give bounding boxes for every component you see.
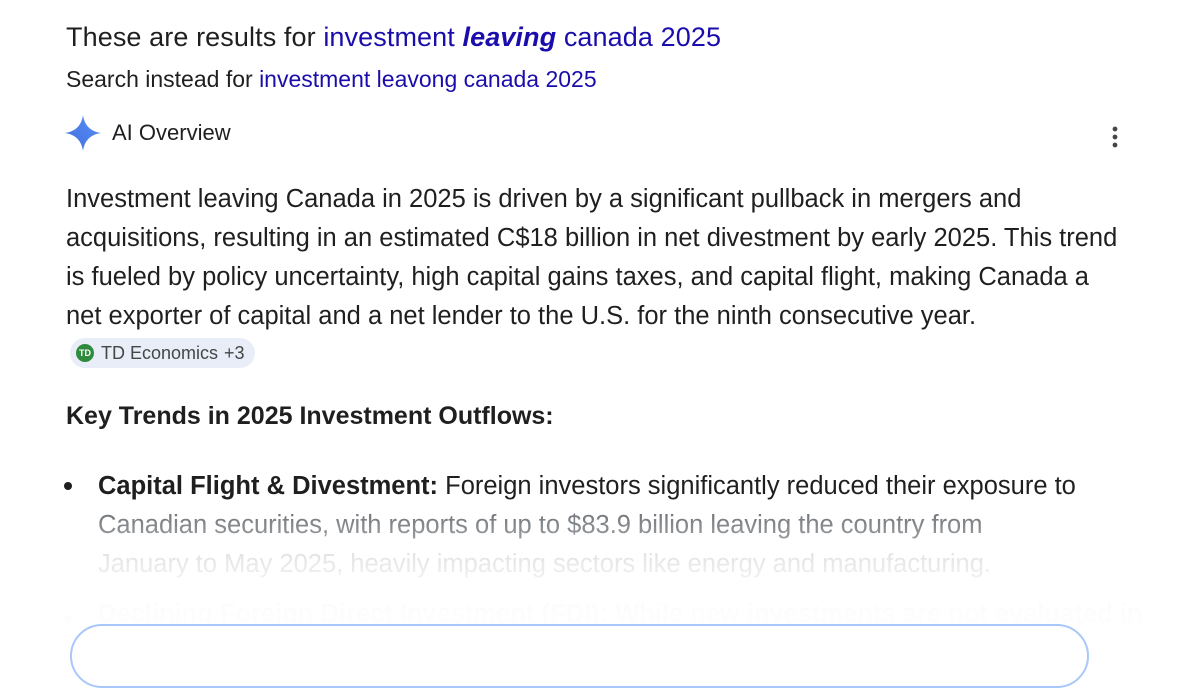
- summary-text: Investment leaving Canada in 2025 is dri…: [66, 185, 1118, 330]
- corrected-query-link[interactable]: investment leaving canada 2025: [323, 22, 721, 52]
- bullet-text-line2: Canadian securities, with reports of up …: [98, 511, 983, 539]
- td-logo-icon: TD: [76, 344, 94, 363]
- bullet-text-line3: January to May 2025, heavily impacting s…: [98, 550, 991, 578]
- list-item: Capital Flight & Divestment: Foreign inv…: [60, 467, 1140, 584]
- more-options-button[interactable]: [1100, 122, 1130, 152]
- search-instead: Search instead for investment leavong ca…: [66, 66, 597, 93]
- source-chip[interactable]: TD TD Economics +3: [70, 338, 255, 369]
- source-chip-label: TD Economics: [101, 343, 219, 364]
- original-query-link[interactable]: investment leavong canada 2025: [259, 66, 597, 92]
- bullet-text-line1: Foreign investors significantly reduced …: [438, 472, 1076, 500]
- ai-overview-summary: Investment leaving Canada in 2025 is dri…: [66, 180, 1126, 375]
- gemini-spark-icon: [64, 114, 102, 152]
- more-vertical-icon: [1112, 126, 1118, 148]
- show-more-button[interactable]: [70, 624, 1089, 688]
- bullet-dot: [64, 615, 72, 623]
- source-chip-more: +3: [224, 343, 245, 364]
- ai-overview-header: AI Overview: [64, 114, 231, 152]
- spelling-correction: These are results for investment leaving…: [66, 22, 721, 53]
- key-trends-heading: Key Trends in 2025 Investment Outflows:: [66, 402, 554, 430]
- bullet-dot: [64, 482, 72, 490]
- ai-overview-title: AI Overview: [112, 120, 231, 145]
- corrected-word: leaving: [462, 22, 557, 52]
- correction-prefix: These are results for: [66, 22, 324, 52]
- search-instead-prefix: Search instead for: [66, 66, 260, 92]
- bullet-title: Capital Flight & Divestment:: [98, 472, 439, 500]
